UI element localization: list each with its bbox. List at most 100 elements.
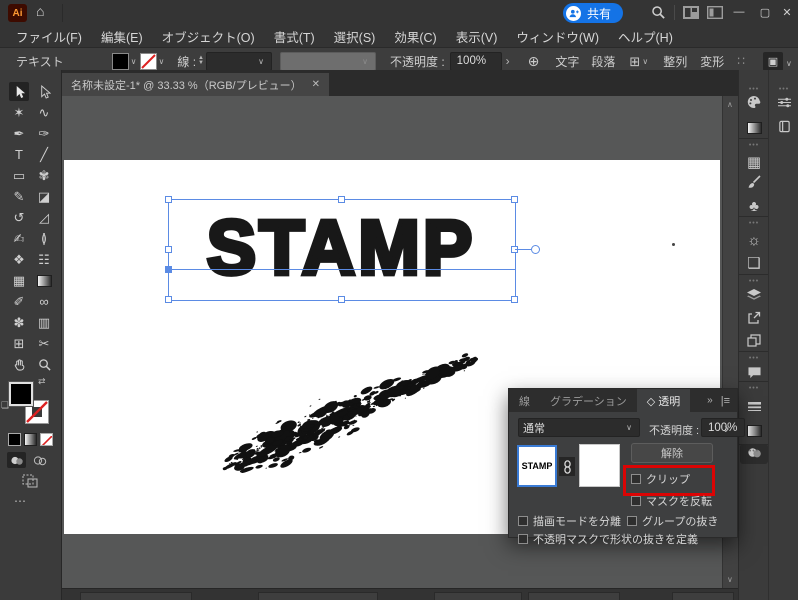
search-icon[interactable] bbox=[651, 5, 666, 25]
fill-proxy-swatch[interactable] bbox=[9, 382, 33, 406]
knockout-group-checkbox-row[interactable]: グループの抜き bbox=[627, 513, 718, 529]
stroke-weight-stepper[interactable]: ▲▼ bbox=[198, 56, 204, 66]
export-panel-icon[interactable] bbox=[740, 310, 768, 330]
app-logo-icon[interactable]: Ai bbox=[8, 4, 27, 22]
gradient-tool[interactable] bbox=[34, 271, 54, 290]
appearance-panel-icon[interactable]: ☼ bbox=[740, 230, 768, 250]
transform-button[interactable]: 変形 bbox=[700, 53, 724, 70]
selection-handle[interactable] bbox=[338, 196, 345, 203]
shape-builder-tool[interactable]: ❖ bbox=[9, 250, 29, 269]
menu-item-7[interactable]: 表示(V) bbox=[456, 27, 498, 46]
menu-item-5[interactable]: 選択(S) bbox=[334, 27, 376, 46]
hand-tool[interactable] bbox=[9, 355, 29, 374]
define-knockout-checkbox[interactable] bbox=[518, 534, 528, 544]
status-bar-control[interactable] bbox=[80, 592, 192, 600]
layers-panel-icon[interactable] bbox=[740, 287, 768, 307]
panel-menu-icon[interactable]: |≡ bbox=[721, 395, 730, 407]
status-bar-control[interactable] bbox=[434, 592, 522, 600]
panel-opacity-value[interactable]: 100% bbox=[701, 418, 745, 437]
mesh-tool[interactable]: ▦ bbox=[9, 271, 29, 290]
workspace-switcher[interactable]: ▣ bbox=[763, 52, 783, 71]
dock-grab-dots[interactable]: ••• bbox=[740, 86, 768, 93]
selection-handle[interactable] bbox=[511, 196, 518, 203]
column-graph-tool[interactable]: ▥ bbox=[34, 313, 54, 332]
clip-checkbox-row[interactable]: クリップ bbox=[631, 471, 690, 487]
line-tool[interactable]: ╱ bbox=[34, 145, 54, 164]
gradient-panel-icon[interactable] bbox=[740, 118, 768, 138]
brush-tool[interactable]: ✾ bbox=[34, 166, 54, 185]
color-mode-button[interactable] bbox=[8, 433, 21, 446]
menu-item-3[interactable]: オブジェクト(O) bbox=[162, 27, 255, 46]
stroke-weight-combo[interactable]: ∨ bbox=[206, 52, 272, 71]
width-tool[interactable]: ≬ bbox=[34, 229, 54, 248]
scroll-up-icon[interactable]: ∧ bbox=[727, 100, 733, 109]
slice-tool[interactable]: ✂ bbox=[34, 334, 54, 353]
properties-panel-icon[interactable] bbox=[770, 94, 798, 114]
align-button[interactable]: 整列 bbox=[663, 53, 687, 70]
curvature-tool[interactable]: ✑ bbox=[34, 124, 54, 143]
object-thumbnail[interactable]: STAMP bbox=[517, 445, 557, 487]
paragraph-panel-button[interactable]: 段落 bbox=[591, 53, 615, 70]
swap-fill-stroke-icon[interactable]: ⇄ bbox=[38, 376, 46, 387]
paintbrush-tool[interactable]: ✍ bbox=[9, 229, 29, 248]
stroke-panel-icon[interactable] bbox=[740, 398, 768, 418]
selection-tool[interactable] bbox=[9, 82, 29, 101]
mask-thumbnail[interactable] bbox=[579, 444, 620, 487]
grunge-texture-object[interactable] bbox=[205, 336, 497, 488]
artboard-tool[interactable]: ⊞ bbox=[9, 334, 29, 353]
selection-handle[interactable] bbox=[165, 246, 172, 253]
panel-tab-2[interactable]: グラデーション bbox=[540, 389, 637, 412]
knife-tool[interactable]: ◪ bbox=[34, 187, 54, 206]
knockout-group-checkbox[interactable] bbox=[627, 516, 637, 526]
minimize-button[interactable]: — bbox=[726, 6, 752, 18]
gradient-mode-button[interactable] bbox=[24, 433, 37, 446]
fill-chevron-icon[interactable]: ∨ bbox=[131, 57, 137, 66]
document-tab[interactable]: 名称未設定-1* @ 33.33 %（RGB/プレビュー） ✕ bbox=[62, 73, 329, 96]
isolate-blending-checkbox-row[interactable]: 描画モードを分離 bbox=[518, 513, 621, 529]
status-bar-control[interactable] bbox=[528, 592, 620, 600]
rectangle-tool[interactable]: ▭ bbox=[9, 166, 29, 185]
symbols-panel-icon[interactable]: ♣ bbox=[740, 196, 768, 216]
magic-wand-tool[interactable]: ✶ bbox=[9, 103, 29, 122]
invert-mask-checkbox[interactable] bbox=[631, 496, 641, 506]
graphic-styles-panel-icon[interactable]: ❑ bbox=[740, 253, 768, 273]
baseline-anchor[interactable] bbox=[165, 266, 172, 273]
tab-close-icon[interactable]: ✕ bbox=[312, 79, 320, 90]
selection-handle[interactable] bbox=[165, 296, 172, 303]
variable-width-combo[interactable]: ∨ bbox=[280, 52, 376, 71]
menu-item-9[interactable]: ヘルプ(H) bbox=[618, 27, 673, 46]
stroke-color-swatch[interactable] bbox=[140, 53, 157, 70]
status-bar-control[interactable] bbox=[258, 592, 378, 600]
menu-item-8[interactable]: ウィンドウ(W) bbox=[516, 27, 599, 46]
home-icon[interactable]: ⌂ bbox=[36, 3, 44, 19]
release-button[interactable]: 解除 bbox=[631, 443, 713, 463]
close-button[interactable]: ✕ bbox=[778, 6, 796, 19]
fill-color-swatch[interactable] bbox=[112, 53, 129, 70]
perspective-grid-tool[interactable]: ☷ bbox=[34, 250, 54, 269]
type-tool[interactable]: T bbox=[9, 145, 29, 164]
draw-normal-mode-button[interactable] bbox=[7, 452, 26, 468]
dock-grab-dots[interactable]: ••• bbox=[740, 448, 768, 455]
define-knockout-checkbox-row[interactable]: 不透明マスクで形状の抜きを定義 bbox=[518, 531, 698, 547]
workspace-chevron-icon[interactable]: ∨ bbox=[786, 59, 792, 68]
share-button[interactable]: 共有 bbox=[563, 3, 623, 23]
selection-handle[interactable] bbox=[338, 296, 345, 303]
menu-item-2[interactable]: 編集(E) bbox=[101, 27, 143, 46]
blend-mode-select[interactable]: 通常∨ bbox=[518, 418, 640, 437]
menu-item-4[interactable]: 書式(T) bbox=[274, 27, 315, 46]
dock-grab-dots[interactable]: ••• bbox=[740, 385, 768, 392]
character-panel-button[interactable]: 文字 bbox=[555, 53, 579, 70]
invert-mask-checkbox-row[interactable]: マスクを反転 bbox=[631, 493, 712, 509]
none-mode-button[interactable] bbox=[40, 433, 53, 446]
opacity-value[interactable]: 100% bbox=[450, 52, 502, 71]
more-tools-button[interactable]: ⋯ bbox=[14, 494, 27, 508]
selection-handle[interactable] bbox=[511, 296, 518, 303]
arrange-documents-icon[interactable] bbox=[683, 6, 699, 24]
lasso-tool[interactable]: ∿ bbox=[34, 103, 54, 122]
dock-grab-dots[interactable]: ••• bbox=[740, 220, 768, 227]
panel-tab-1[interactable]: 線 bbox=[509, 389, 540, 412]
document-setup-icon[interactable]: ⊕ bbox=[528, 54, 540, 68]
menu-item-6[interactable]: 効果(C) bbox=[394, 27, 436, 46]
opacity-expand-icon[interactable]: › bbox=[506, 54, 510, 68]
maximize-button[interactable]: ▢ bbox=[752, 6, 778, 19]
